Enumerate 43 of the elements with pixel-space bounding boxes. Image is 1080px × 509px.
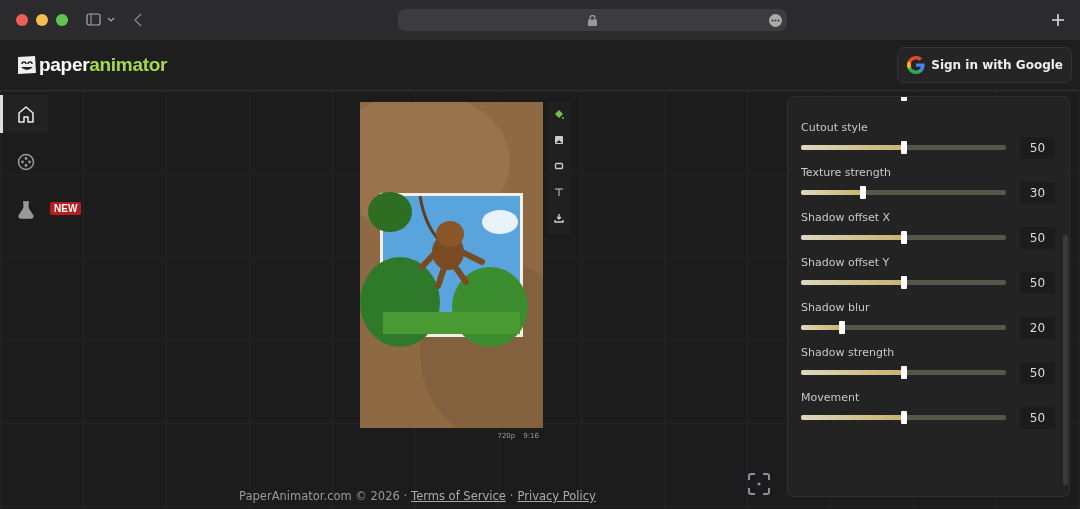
setting-label: Cutout style [801, 120, 869, 134]
value-field[interactable]: 30 [1020, 181, 1055, 204]
logo-icon [17, 55, 37, 75]
image-icon [554, 135, 564, 145]
logo-text[interactable]: paperanimator [39, 54, 168, 76]
flask-icon [17, 201, 34, 219]
terms-link[interactable]: Terms of Service [411, 489, 506, 503]
sidebar-item[interactable] [0, 95, 48, 133]
google-icon [906, 55, 927, 75]
frame-icon [554, 161, 564, 171]
address-bar[interactable] [398, 9, 787, 31]
setting-label: Shadow strength [801, 345, 896, 359]
setting-label: Shadow offset Y [801, 255, 891, 269]
zoom-window-button[interactable] [56, 14, 68, 26]
more-icon[interactable] [769, 13, 782, 27]
sidebar-toggle-icon[interactable] [86, 13, 116, 27]
lock-icon [588, 14, 597, 26]
minimize-window-button[interactable] [36, 14, 48, 26]
new-badge: NEW [50, 202, 82, 215]
value-field[interactable]: 50 [1020, 361, 1055, 384]
value-field[interactable]: 50 [1020, 271, 1055, 294]
download-icon [554, 213, 564, 223]
setting-label: Movement [801, 390, 861, 404]
value-field[interactable]: 50 [1020, 226, 1055, 249]
setting-label: Shadow blur [801, 300, 871, 314]
google-sign-in-button[interactable]: Sign in with Google [897, 47, 1072, 83]
privacy-link[interactable]: Privacy Policy [517, 489, 596, 503]
setting-label: Texture strength [801, 165, 893, 179]
close-window-button[interactable] [16, 14, 28, 26]
text-tool-icon [554, 187, 564, 197]
new-tab-icon[interactable] [1052, 14, 1064, 26]
scrollbar[interactable] [1063, 235, 1068, 485]
back-icon[interactable] [134, 13, 142, 27]
value-field[interactable]: 50 [1020, 136, 1055, 159]
setting-label: Shadow offset X [801, 210, 892, 224]
copyright-text: PaperAnimator.com © 2026 · [239, 489, 408, 503]
value-field[interactable]: 50 [1020, 406, 1055, 429]
value-field[interactable]: 20 [1020, 316, 1055, 339]
focus-icon[interactable] [748, 473, 770, 495]
home-icon [16, 105, 35, 123]
paint-bucket-icon [554, 109, 564, 119]
separator-text: · [509, 489, 514, 503]
film-reel-icon [16, 153, 35, 171]
